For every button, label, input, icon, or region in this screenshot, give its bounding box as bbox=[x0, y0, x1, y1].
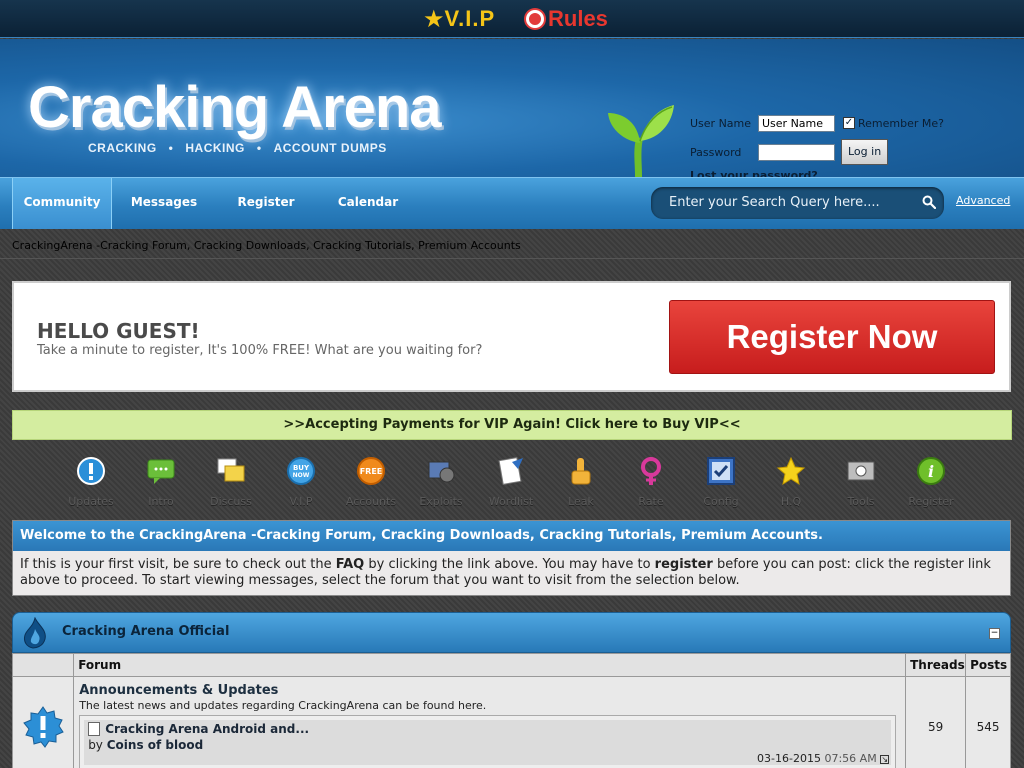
star-icon: ★ bbox=[423, 5, 445, 33]
welcome-title: Welcome to the CrackingArena -Cracking F… bbox=[13, 521, 1010, 551]
icon-column-header bbox=[11, 653, 75, 677]
forum-icon-cell bbox=[11, 676, 75, 768]
login-form: User Name ✓ Remember Me? Password Log in… bbox=[690, 113, 944, 182]
search-input[interactable]: Enter your Search Query here.... bbox=[651, 187, 944, 219]
remember-me-checkbox[interactable]: ✓ Remember Me? bbox=[843, 117, 944, 130]
quick-link-hq[interactable]: H.Q bbox=[756, 456, 826, 508]
vip-banner[interactable]: >>Accepting Payments for VIP Again! Clic… bbox=[12, 410, 1012, 440]
search-placeholder: Enter your Search Query here.... bbox=[669, 195, 880, 210]
category-title[interactable]: Cracking Arena Official bbox=[62, 624, 229, 639]
welcome-panel: Welcome to the CrackingArena -Cracking F… bbox=[12, 520, 1011, 596]
collapse-icon[interactable]: − bbox=[989, 628, 1000, 639]
quick-link-rate[interactable]: Rate bbox=[616, 456, 686, 508]
tab-community[interactable]: Community bbox=[12, 178, 112, 229]
last-post-date: 03-16-2015 07:56 AM ↘ bbox=[757, 752, 890, 765]
advanced-search-link[interactable]: Advanced bbox=[956, 194, 1010, 207]
forum-title-link[interactable]: Announcements & Updates bbox=[79, 683, 905, 698]
login-button[interactable]: Log in bbox=[841, 139, 889, 165]
breadcrumb[interactable]: CrackingArena -Cracking Forum, Cracking … bbox=[12, 239, 521, 252]
threads-column-header: Threads bbox=[905, 653, 967, 677]
author-link[interactable]: Coins of blood bbox=[107, 738, 203, 752]
register-icon: i bbox=[917, 457, 945, 485]
rate-icon bbox=[641, 457, 661, 485]
vip-link[interactable]: ★ V.I.P bbox=[423, 6, 495, 32]
quick-link-wordlist[interactable]: Wordlist bbox=[476, 456, 546, 508]
announcement-icon bbox=[23, 706, 64, 748]
buy-now-icon: BUYNOW bbox=[287, 457, 315, 485]
forum-info-cell: Announcements & Updates The latest news … bbox=[73, 676, 907, 768]
config-icon bbox=[707, 457, 735, 485]
register-link[interactable]: register bbox=[655, 557, 713, 572]
rules-link[interactable]: Rules bbox=[526, 6, 608, 32]
quick-link-exploits[interactable]: Exploits bbox=[406, 456, 476, 508]
quick-link-accounts[interactable]: FREE Accounts bbox=[336, 456, 406, 508]
username-input[interactable] bbox=[758, 114, 835, 132]
forum-category: Cracking Arena Official − Forum Threads … bbox=[11, 612, 1011, 768]
table-row: Announcements & Updates The latest news … bbox=[11, 676, 1011, 768]
header: Cracking Arena CRACKING • HACKING • ACCO… bbox=[0, 39, 1024, 191]
forum-column-header: Forum bbox=[73, 653, 907, 677]
nav-bar: Community Messages Register Calendar Ent… bbox=[0, 177, 1024, 229]
forum-description: The latest news and updates regarding Cr… bbox=[79, 699, 487, 712]
guest-heading: HELLO GUEST! bbox=[37, 319, 200, 343]
logo-title: Cracking Arena bbox=[28, 75, 442, 140]
document-icon bbox=[88, 722, 101, 736]
info-icon bbox=[77, 457, 105, 485]
wordlist-icon bbox=[498, 457, 523, 485]
exploit-icon bbox=[428, 461, 455, 483]
quick-link-register[interactable]: i Register bbox=[896, 456, 966, 508]
posts-column-header: Posts bbox=[965, 653, 1011, 677]
username-label: User Name bbox=[690, 116, 752, 130]
tab-messages[interactable]: Messages bbox=[124, 178, 204, 229]
hello-guest-panel: HELLO GUEST! Take a minute to register, … bbox=[12, 281, 1011, 392]
quick-link-vip[interactable]: BUY NOW V.I.P bbox=[266, 456, 336, 508]
last-post-author: by Coins of blood bbox=[88, 738, 204, 752]
forum-table: Forum Threads Posts Announcements & Upda… bbox=[11, 653, 1011, 768]
quick-link-intro[interactable]: Intro bbox=[126, 456, 196, 508]
tools-icon bbox=[847, 461, 875, 481]
svg-text:i: i bbox=[928, 462, 934, 481]
password-input[interactable] bbox=[758, 143, 835, 161]
logo-tagline: CRACKING • HACKING • ACCOUNT DUMPS bbox=[88, 141, 387, 155]
quick-link-tools[interactable]: Tools bbox=[826, 456, 896, 508]
rules-label: Rules bbox=[548, 6, 608, 31]
checkbox-icon: ✓ bbox=[843, 117, 855, 129]
pin-icon bbox=[526, 10, 544, 28]
discuss-icon bbox=[217, 458, 245, 482]
remember-me-label: Remember Me? bbox=[858, 116, 944, 130]
tab-register[interactable]: Register bbox=[228, 178, 304, 229]
faq-link[interactable]: FAQ bbox=[336, 557, 365, 572]
last-post-title-link[interactable]: Cracking Arena Android and... bbox=[88, 722, 309, 736]
divider bbox=[0, 258, 1024, 259]
flame-icon bbox=[24, 617, 46, 649]
svg-text:BUY: BUY bbox=[293, 464, 310, 472]
password-label: Password bbox=[690, 145, 742, 159]
quick-link-leak[interactable]: Leak bbox=[546, 456, 616, 508]
svg-text:FREE: FREE bbox=[360, 467, 383, 476]
quick-link-config[interactable]: Config bbox=[686, 456, 756, 508]
welcome-body: If this is your first visit, be sure to … bbox=[13, 551, 1010, 595]
tab-calendar[interactable]: Calendar bbox=[330, 178, 406, 229]
quick-links: Updates Intro Discuss BUY NOW V.I.P FREE … bbox=[56, 456, 976, 516]
last-post-box: Cracking Arena Android and... by Coins o… bbox=[79, 715, 897, 768]
search-icon[interactable] bbox=[922, 195, 936, 209]
top-bar: ★ V.I.P Rules bbox=[0, 0, 1024, 38]
quick-link-updates[interactable]: Updates bbox=[56, 456, 126, 508]
quick-link-discuss[interactable]: Discuss bbox=[196, 456, 266, 508]
vip-label: V.I.P bbox=[444, 6, 496, 31]
posts-count: 545 bbox=[965, 676, 1011, 768]
svg-text:NOW: NOW bbox=[293, 472, 310, 479]
free-icon: FREE bbox=[357, 457, 385, 485]
site-logo[interactable]: Cracking Arena CRACKING • HACKING • ACCO… bbox=[28, 75, 442, 156]
category-header: Cracking Arena Official − bbox=[12, 612, 1011, 653]
leak-icon bbox=[571, 458, 591, 485]
star-icon bbox=[776, 456, 806, 486]
threads-count: 59 bbox=[905, 676, 967, 768]
register-now-button[interactable]: Register Now bbox=[669, 300, 995, 374]
guest-subtext: Take a minute to register, It's 100% FRE… bbox=[37, 343, 483, 358]
chat-icon bbox=[147, 459, 175, 484]
goto-last-post-icon[interactable]: ↘ bbox=[880, 755, 890, 764]
